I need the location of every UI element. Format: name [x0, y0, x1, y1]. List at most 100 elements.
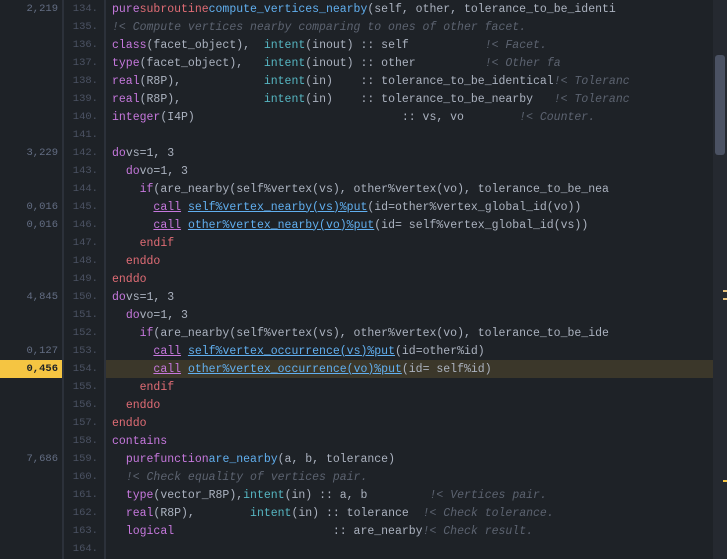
gutter-row	[0, 414, 62, 432]
gutter-row	[0, 126, 62, 144]
line-number: 150.	[64, 288, 104, 306]
scrollbar-thumb[interactable]	[715, 55, 725, 155]
code-line: enddo	[106, 396, 713, 414]
line-number: 160.	[64, 468, 104, 486]
line-number: 147.	[64, 234, 104, 252]
line-number: 142.	[64, 144, 104, 162]
gutter-row	[0, 504, 62, 522]
line-number: 162.	[64, 504, 104, 522]
gutter-row	[0, 36, 62, 54]
code-line: type(vector_R8P), intent(in) :: a, b !< …	[106, 486, 713, 504]
scrollbar-marker-3	[723, 480, 727, 482]
code-line: call self%vertex_occurrence(vs)%put(id=o…	[106, 342, 713, 360]
gutter-row	[0, 180, 62, 198]
code-line: if (are_nearby(self%vertex(vs), other%ve…	[106, 324, 713, 342]
code-line: integer(I4P) :: vs, vo !< Counter.	[106, 108, 713, 126]
gutter-row	[0, 468, 62, 486]
line-number: 144.	[64, 180, 104, 198]
gutter-row	[0, 522, 62, 540]
line-number: 159.	[64, 450, 104, 468]
gutter-row	[0, 54, 62, 72]
scrollbar-marker-1	[723, 290, 727, 292]
gutter-row	[0, 486, 62, 504]
line-number: 146.	[64, 216, 104, 234]
gutter-row	[0, 108, 62, 126]
code-line: real(R8P), intent(in) :: tolerance_to_be…	[106, 72, 713, 90]
code-line: endif	[106, 234, 713, 252]
gutter-row	[0, 18, 62, 36]
code-line	[106, 540, 713, 558]
gutter-row	[0, 72, 62, 90]
gutter-row	[0, 324, 62, 342]
line-number: 156.	[64, 396, 104, 414]
code-editor: 2,219 3,229 0,0160,016 4,845 0,1270,456 7,686…	[0, 0, 727, 559]
code-line: enddo	[106, 270, 713, 288]
scrollbar-marker-2	[723, 298, 727, 300]
code-line: call self%vertex_nearby(vs)%put(id=other…	[106, 198, 713, 216]
gutter-row: 0,456	[0, 360, 62, 378]
code-line: contains	[106, 432, 713, 450]
line-number: 141.	[64, 126, 104, 144]
code-line: call other%vertex_nearby(vo)%put(id= sel…	[106, 216, 713, 234]
code-line: !< Check equality of vertices pair.	[106, 468, 713, 486]
line-number: 148.	[64, 252, 104, 270]
code-content: pure subroutine compute_vertices_nearby(…	[106, 0, 713, 559]
line-number: 139.	[64, 90, 104, 108]
line-number: 143.	[64, 162, 104, 180]
gutter-row	[0, 432, 62, 450]
gutter-row	[0, 378, 62, 396]
line-number: 134.	[64, 0, 104, 18]
code-line	[106, 126, 713, 144]
code-line: real(R8P), intent(in) :: tolerance_to_be…	[106, 90, 713, 108]
line-number: 140.	[64, 108, 104, 126]
code-line: enddo	[106, 252, 713, 270]
gutter-row	[0, 306, 62, 324]
gutter-row	[0, 234, 62, 252]
line-number: 136.	[64, 36, 104, 54]
line-number: 138.	[64, 72, 104, 90]
gutter-row	[0, 270, 62, 288]
line-number: 161.	[64, 486, 104, 504]
gutter-row: 0,016	[0, 198, 62, 216]
line-number: 155.	[64, 378, 104, 396]
line-number: 153.	[64, 342, 104, 360]
gutter-row	[0, 252, 62, 270]
gutter-row: 4,845	[0, 288, 62, 306]
code-line: do vo=1, 3	[106, 162, 713, 180]
gutter-row	[0, 90, 62, 108]
line-number: 149.	[64, 270, 104, 288]
code-line: do vo=1, 3	[106, 306, 713, 324]
code-line: pure function are_nearby(a, b, tolerance…	[106, 450, 713, 468]
code-line: type(facet_object), intent(inout) :: oth…	[106, 54, 713, 72]
gutter-row	[0, 540, 62, 558]
line-number: 137.	[64, 54, 104, 72]
gutter-row: 3,229	[0, 144, 62, 162]
gutter-row: 0,127	[0, 342, 62, 360]
code-line: do vs=1, 3	[106, 288, 713, 306]
gutter-row: 0,016	[0, 216, 62, 234]
gutter-row: 2,219	[0, 0, 62, 18]
code-line: logical :: are_nearby !< Check result.	[106, 522, 713, 540]
line-number: 157.	[64, 414, 104, 432]
scrollbar[interactable]	[713, 0, 727, 559]
code-line: endif	[106, 378, 713, 396]
line-number: 145.	[64, 198, 104, 216]
line-number: 163.	[64, 522, 104, 540]
code-line: call other%vertex_occurrence(vo)%put(id=…	[106, 360, 713, 378]
line-numbers: 134.135.136.137.138.139.140.141.142.143.…	[64, 0, 104, 559]
gutter-row	[0, 162, 62, 180]
code-line: if (are_nearby(self%vertex(vs), other%ve…	[106, 180, 713, 198]
gutter-row: 7,686	[0, 450, 62, 468]
code-line: pure subroutine compute_vertices_nearby(…	[106, 0, 713, 18]
code-line: class(facet_object), intent(inout) :: se…	[106, 36, 713, 54]
code-line: do vs=1, 3	[106, 144, 713, 162]
line-number: 158.	[64, 432, 104, 450]
line-number: 164.	[64, 540, 104, 558]
gutter-row	[0, 396, 62, 414]
line-number: 135.	[64, 18, 104, 36]
line-number: 154.	[64, 360, 104, 378]
line-number: 151.	[64, 306, 104, 324]
code-line: real(R8P), intent(in) :: tolerance !< Ch…	[106, 504, 713, 522]
profiling-gutter: 2,219 3,229 0,0160,016 4,845 0,1270,456 7,686…	[0, 0, 62, 559]
code-line: !< Compute vertices nearby comparing to …	[106, 18, 713, 36]
